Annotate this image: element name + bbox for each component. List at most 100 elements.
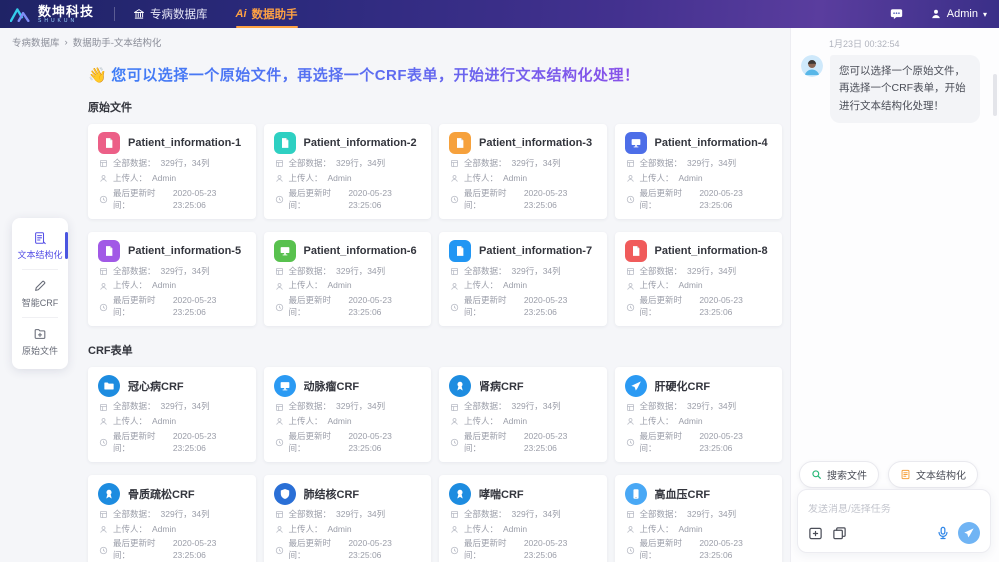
card-uploader-meta: 上传人：Admin — [99, 524, 246, 536]
uploader-label: 上传人： — [113, 280, 147, 292]
card-type-icon — [625, 240, 647, 262]
uploader-value: Admin — [503, 524, 527, 536]
card-uploader-meta: 上传人：Admin — [450, 173, 597, 185]
card-updated-meta: 最后更新时间：2020-05-23 23:25:06 — [626, 188, 773, 212]
card-updated-meta: 最后更新时间：2020-05-23 23:25:06 — [275, 431, 422, 455]
card-title: 冠心病CRF — [128, 378, 184, 394]
admin-menu[interactable]: Admin ▾ — [930, 8, 987, 20]
table-icon — [626, 267, 635, 276]
file-card[interactable]: Patient_information-5 全部数据：329行，34列 上传人：… — [88, 232, 256, 327]
file-card[interactable]: Patient_information-3 全部数据：329行，34列 上传人：… — [439, 124, 607, 219]
card-type-icon — [98, 240, 120, 262]
card-type-icon — [274, 132, 296, 154]
person-icon — [626, 417, 635, 426]
data-label: 全部数据： — [289, 158, 332, 170]
breadcrumb: 专病数据库 › 数据助手-文本结构化 — [0, 28, 790, 54]
crf-card[interactable]: 肾病CRF 全部数据：329行，34列 上传人：Admin 最后更新时间：202… — [439, 367, 607, 462]
chat-input[interactable] — [808, 504, 980, 515]
crf-card[interactable]: 骨质疏松CRF 全部数据：329行，34列 上传人：Admin 最后更新时间：2… — [88, 475, 256, 562]
card-uploader-meta: 上传人：Admin — [275, 524, 422, 536]
card-title: Patient_information-4 — [655, 137, 768, 149]
tab-data-assistant[interactable]: Ai 数据助手 — [236, 0, 298, 28]
card-updated-meta: 最后更新时间：2020-05-23 23:25:06 — [275, 295, 422, 319]
data-value: 329行，34列 — [512, 158, 561, 170]
wave-emoji-icon: 👋 — [88, 67, 107, 84]
tab-label: 数据助手 — [252, 6, 298, 22]
person-icon — [626, 525, 635, 534]
file-card[interactable]: Patient_information-2 全部数据：329行，34列 上传人：… — [264, 124, 432, 219]
page-heading: 👋您可以选择一个原始文件，再选择一个CRF表单，开始进行文本结构化处理！ — [88, 64, 782, 85]
card-title: Patient_information-5 — [128, 245, 241, 257]
search-icon — [811, 469, 822, 480]
card-type-icon — [449, 240, 471, 262]
clock-icon — [99, 546, 108, 555]
card-title: Patient_information-6 — [304, 245, 417, 257]
crf-card[interactable]: 肝硬化CRF 全部数据：329行，34列 上传人：Admin 最后更新时间：20… — [615, 367, 783, 462]
data-label: 全部数据： — [640, 158, 683, 170]
table-icon — [450, 510, 459, 519]
sidebar-item-label: 原始文件 — [22, 346, 58, 356]
folder-add-icon — [33, 327, 47, 341]
file-card[interactable]: Patient_information-8 全部数据：329行，34列 上传人：… — [615, 232, 783, 327]
data-value: 329行，34列 — [512, 401, 561, 413]
clock-icon — [626, 195, 635, 204]
updated-value: 2020-05-23 23:25:06 — [348, 538, 421, 562]
text-structuring-chip[interactable]: 文本结构化 — [888, 461, 978, 488]
chat-scrollbar[interactable] — [993, 74, 997, 116]
sidebar-item-smart-crf[interactable]: 智能CRF — [12, 270, 68, 317]
data-value: 329行，34列 — [687, 509, 736, 521]
card-updated-meta: 最后更新时间：2020-05-23 23:25:06 — [99, 431, 246, 455]
card-title: Patient_information-1 — [128, 137, 241, 149]
table-icon — [450, 267, 459, 276]
section-crf-forms: CRF表单 冠心病CRF 全部数据：329行，34列 上传人：Admin 最后更… — [88, 342, 782, 562]
search-files-chip[interactable]: 搜索文件 — [799, 461, 879, 488]
card-title: 骨质疏松CRF — [128, 486, 195, 502]
card-data-meta: 全部数据：329行，34列 — [99, 401, 246, 413]
uploader-label: 上传人： — [289, 416, 323, 428]
copy-stack-icon[interactable] — [832, 526, 847, 541]
crf-card[interactable]: 高血压CRF 全部数据：329行，34列 上传人：Admin 最后更新时间：20… — [615, 475, 783, 562]
uploader-label: 上传人： — [113, 416, 147, 428]
updated-label: 最后更新时间： — [289, 431, 344, 455]
uploader-value: Admin — [152, 280, 176, 292]
crf-card[interactable]: 动脉瘤CRF 全部数据：329行，34列 上传人：Admin 最后更新时间：20… — [264, 367, 432, 462]
card-title: 哮喘CRF — [479, 486, 524, 502]
crf-card[interactable]: 哮喘CRF 全部数据：329行，34列 上传人：Admin 最后更新时间：202… — [439, 475, 607, 562]
data-value: 329行，34列 — [336, 401, 385, 413]
uploader-value: Admin — [152, 416, 176, 428]
crf-card[interactable]: 肺结核CRF 全部数据：329行，34列 上传人：Admin 最后更新时间：20… — [264, 475, 432, 562]
microphone-icon[interactable] — [936, 526, 950, 540]
card-data-meta: 全部数据：329行，34列 — [275, 158, 422, 170]
add-image-icon[interactable] — [808, 526, 823, 541]
file-card[interactable]: Patient_information-1 全部数据：329行，34列 上传人：… — [88, 124, 256, 219]
crf-card[interactable]: 冠心病CRF 全部数据：329行，34列 上传人： Admin 最后更新时间：20… — [88, 367, 256, 462]
logo-subtitle: SHUKUN — [38, 19, 94, 24]
updated-label: 最后更新时间： — [464, 538, 519, 562]
sidebar-item-text-structuring[interactable]: 文本结构化 — [12, 222, 68, 269]
sidebar-item-original-files[interactable]: 原始文件 — [12, 318, 68, 365]
card-updated-meta: 最后更新时间：2020-05-23 23:25:06 — [99, 538, 246, 562]
uploader-label: 上传人： — [113, 524, 147, 536]
clock-icon — [99, 195, 108, 204]
send-button[interactable] — [958, 522, 980, 544]
file-card[interactable]: Patient_information-4 全部数据：329行，34列 上传人：… — [615, 124, 783, 219]
breadcrumb-root[interactable]: 专病数据库 — [12, 35, 60, 49]
updated-value: 2020-05-23 23:25:06 — [173, 295, 246, 319]
clock-icon — [626, 546, 635, 555]
person-icon — [99, 417, 108, 426]
data-label: 全部数据： — [464, 401, 507, 413]
card-uploader-meta: 上传人：Admin — [275, 280, 422, 292]
card-type-icon — [98, 375, 120, 397]
data-value: 329行，34列 — [161, 509, 210, 521]
card-updated-meta: 最后更新时间：2020-05-23 23:25:06 — [275, 538, 422, 562]
table-icon — [99, 403, 108, 412]
file-card[interactable]: Patient_information-7 全部数据：329行，34列 上传人：… — [439, 232, 607, 327]
breadcrumb-current: 数据助手-文本结构化 — [73, 35, 162, 49]
uploader-label: 上传人： — [640, 280, 674, 292]
card-uploader-meta: 上传人：Admin — [450, 416, 597, 428]
message-bubble-icon[interactable] — [889, 7, 904, 21]
file-card[interactable]: Patient_information-6 全部数据：329行，34列 上传人：… — [264, 232, 432, 327]
tab-disease-database[interactable]: 专病数据库 — [133, 0, 208, 28]
card-uploader-meta: 上传人：Admin — [626, 280, 773, 292]
updated-label: 最后更新时间： — [113, 538, 168, 562]
